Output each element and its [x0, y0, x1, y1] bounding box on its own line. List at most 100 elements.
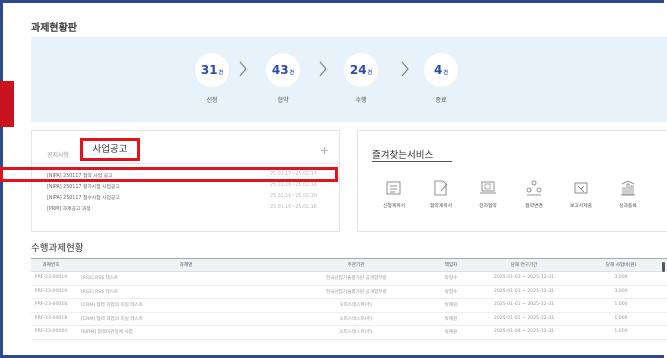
- notice-title: [NIPA] 250117 평가시험 사업공고: [47, 185, 120, 190]
- edit-document-icon: [434, 180, 448, 196]
- notice-title: [NIPA] 250117 접수시험 사업공고: [47, 196, 120, 201]
- people-change-icon: [526, 180, 542, 196]
- fav-e-agreement[interactable]: 전자협약: [468, 179, 508, 209]
- cell-manager: 박혜원: [444, 316, 458, 322]
- cell-budget: 3,000: [614, 288, 628, 294]
- header-manager: 책임자: [444, 263, 458, 268]
- header-organization: 주관기관: [347, 263, 365, 268]
- stat-unit: 건: [218, 70, 224, 76]
- stat-agreement[interactable]: 43 건 협약: [261, 53, 305, 104]
- cell-period: 2025-01-01 ~ 2025-12-31: [493, 288, 555, 294]
- tab-notices[interactable]: 공지사항: [47, 150, 69, 159]
- tab-business-announcement[interactable]: 사업공고: [80, 138, 140, 161]
- header-project-no: 과제번호: [42, 263, 60, 268]
- cell-organization: 한국산업기술평가원 공개업무방: [326, 276, 387, 281]
- cell-organization: 오피스테스트(주): [339, 330, 373, 335]
- cell-budget: 3,000: [614, 275, 628, 280]
- fav-performance-register[interactable]: 성과등록: [608, 179, 648, 209]
- fav-label: 성과등록: [619, 204, 637, 209]
- stat-count: 4: [434, 63, 443, 77]
- stat-in-progress[interactable]: 24 건 수행: [339, 53, 383, 104]
- stat-bubble: 43 건: [266, 53, 300, 87]
- cell-manager: 박형수: [444, 276, 458, 281]
- notice-date: 25.01.16~25.02.16: [270, 183, 317, 188]
- stat-applied[interactable]: 31 건 신청: [190, 53, 234, 104]
- cell-project-no: PRF-23-00018: [34, 302, 68, 307]
- page-title: 과제현황판: [31, 23, 77, 34]
- stat-label: 협약: [277, 97, 289, 104]
- cell-budget: 1,000: [614, 315, 628, 321]
- notice-date: 25.01.16~25.02.16: [270, 194, 317, 199]
- fav-agreement-plan[interactable]: 협약계획서: [421, 179, 461, 209]
- highlight-box: [0, 167, 338, 182]
- stat-bubble: 4건: [424, 53, 458, 87]
- stat-unit: 건: [367, 70, 373, 76]
- report-submit-icon: [574, 182, 588, 194]
- cell-project-name: [KIRM] 협력이관용에 사업: [81, 330, 133, 335]
- cell-project-name: [CRM] 협력 과업의 미실 테스트: [81, 316, 144, 322]
- stat-bubble: 31 건: [195, 53, 229, 87]
- title-underline: [372, 161, 452, 162]
- fav-label: 협약변경: [525, 204, 543, 209]
- stat-unit: 건: [289, 70, 295, 76]
- cell-project-no: PRF-23-00019: [34, 288, 68, 294]
- chevron-right-icon: [401, 61, 409, 77]
- cell-period: 2025-01-01 ~ 2025-12-31: [493, 275, 555, 280]
- stat-count: 24: [349, 63, 367, 77]
- cell-budget: 1,000: [614, 302, 628, 307]
- cell-project-name: [CRM] 협력 과업의 미실 테스트: [81, 303, 144, 308]
- fav-label: 보고서제출: [569, 204, 593, 209]
- chevron-right-icon: [319, 61, 327, 77]
- cell-manager: 박혜원: [444, 330, 458, 335]
- cell-organization: 오피스테스트(주): [339, 303, 373, 308]
- stat-bubble: 24 건: [344, 53, 378, 87]
- fav-label: 협약계획서: [429, 204, 453, 209]
- table-row[interactable]: PRF-23-00018 [CRM] 협력 과업의 미실 테스트 오피스테스트(…: [31, 313, 667, 326]
- stat-unit: 건: [443, 70, 448, 76]
- favorites-panel: 즐겨찾는서비스 신청계획서 협약계획서 전자협약 협약변경 보고서제출 성과등록: [357, 130, 667, 232]
- cell-project-name: [RSS] RSS 테스트: [81, 276, 119, 281]
- table-row[interactable]: PRF-23-00019 [RSS] RSS 테스트 한국산업기술평가원 공개업…: [31, 286, 667, 299]
- fav-report-submit[interactable]: 보고서제출: [561, 179, 601, 209]
- stat-label: 수행: [355, 97, 367, 104]
- cell-project-name: [RSS] RSS 테스트: [81, 289, 119, 295]
- cell-period: 2025-01-01 ~ 2025-12-31: [493, 315, 555, 321]
- more-button[interactable]: +: [320, 144, 329, 157]
- section-title: 수행과제현황: [31, 243, 84, 254]
- notice-tabs: 공지사항 사업공고 +: [32, 131, 339, 164]
- fav-label: 신청계획서: [382, 204, 406, 209]
- fav-agreement-change[interactable]: 협약변경: [514, 179, 554, 209]
- scrollbar[interactable]: [662, 262, 665, 272]
- table-header: 과제번호 과제명 주관기관 책임자 당해 연구기간 당해 사업비(원): [31, 258, 667, 272]
- table-row[interactable]: PRF-23-00018 [CRM] 협력 과업의 미실 테스트 오피스테스트(…: [31, 299, 667, 313]
- chevron-right-icon: [239, 61, 247, 77]
- header-project-name: 과제명: [179, 263, 193, 268]
- stat-count: 31: [200, 63, 218, 77]
- cell-period: 2025-01-01 ~ 2025-12-31: [493, 302, 555, 307]
- cell-organization: 한국산업기술평가원 공개업무방: [326, 289, 387, 295]
- fav-application-plan[interactable]: 신청계획서: [374, 179, 414, 209]
- favorites-title: 즐겨찾는서비스: [372, 150, 434, 161]
- notice-date: 25.01.16~25.02.16: [270, 205, 317, 210]
- cell-project-no: PRF-23-00019: [34, 275, 68, 280]
- stat-count: 43: [271, 63, 289, 77]
- cell-project-no: PRF-23-00018: [34, 315, 68, 321]
- cell-budget: 1,000: [614, 329, 628, 334]
- table-row[interactable]: PRF-23-00004 [KIRM] 협력이관용에 사업 오피스테스트(주) …: [31, 326, 667, 340]
- header-period: 당해 연구기간: [510, 263, 538, 268]
- fav-label: 전자협약: [479, 204, 497, 209]
- side-marker: [0, 81, 14, 127]
- bar-chart-icon: [621, 180, 635, 196]
- cell-project-no: PRF-23-00004: [34, 329, 68, 334]
- stat-label: 신청: [206, 97, 218, 104]
- notice-title: [PRM] 과제공고 과정: [47, 207, 91, 212]
- cell-organization: 오피스테스트(주): [339, 316, 373, 322]
- table-row[interactable]: PRF-23-00019 [RSS] RSS 테스트 한국산업기술평가원 공개업…: [31, 272, 667, 286]
- list-icon: [386, 181, 401, 195]
- stat-label: 종료: [435, 97, 447, 104]
- cell-period: 2025-01-04 ~ 2025-12-31: [493, 329, 555, 334]
- stat-completed[interactable]: 4건 종료: [419, 53, 463, 104]
- header-budget: 당해 사업비(원): [605, 263, 637, 268]
- cell-manager: 박형수: [444, 289, 458, 295]
- stats-panel: 31 건 신청 43 건 협약 24 건 수행 4건 종료: [31, 37, 667, 122]
